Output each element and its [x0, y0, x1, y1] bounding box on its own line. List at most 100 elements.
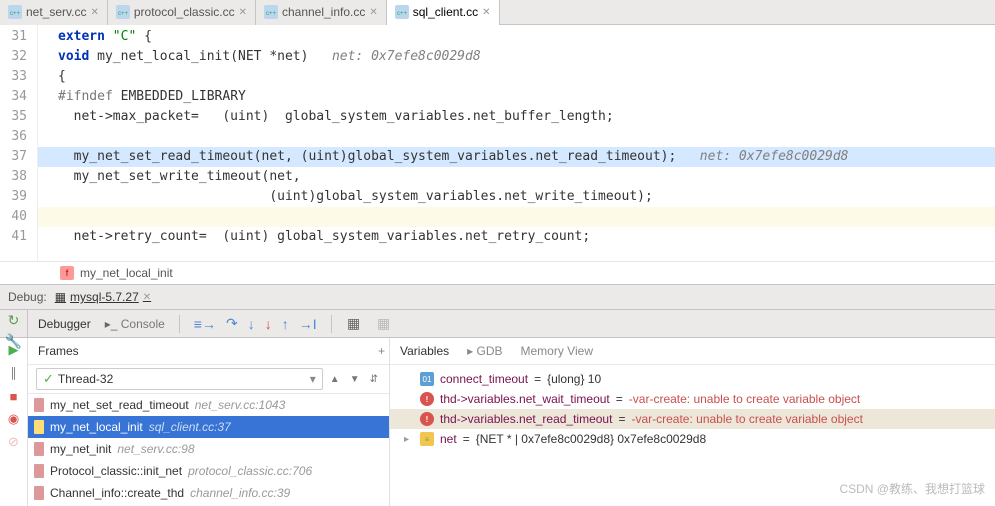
svg-text:c++: c++	[10, 11, 21, 17]
code-line[interactable]: void my_net_local_init(NET *net) net: 0x…	[58, 47, 995, 67]
mute-breakpoints-icon[interactable]: ⊘	[6, 434, 22, 450]
variable-name: thd->variables.net_wait_timeout	[440, 392, 610, 406]
more-icon[interactable]: ▦	[376, 316, 392, 332]
variable-row[interactable]: 01connect_timeout = {ulong} 10	[390, 369, 995, 389]
chevron-right-icon[interactable]: ▸	[404, 434, 409, 445]
frame-function: my_net_local_init	[50, 420, 143, 434]
close-icon[interactable]: ✕	[239, 7, 247, 18]
close-icon[interactable]: ✕	[482, 7, 490, 18]
frame-icon	[34, 464, 44, 478]
tab-label: sql_client.cc	[413, 5, 478, 19]
variable-row[interactable]: !thd->variables.net_read_timeout = -var-…	[390, 409, 995, 429]
evaluate-icon[interactable]: ▦	[346, 316, 362, 332]
variable-row[interactable]: ▸≡net = {NET * | 0x7efe8c0029d8} 0x7efe8…	[390, 429, 995, 449]
frame-function: my_net_init	[50, 442, 111, 456]
variable-row[interactable]: !thd->variables.net_wait_timeout = -var-…	[390, 389, 995, 409]
frame-location: net_serv.cc:1043	[195, 398, 286, 412]
add-watch-icon[interactable]: +	[378, 344, 385, 358]
primitive-icon: 01	[420, 372, 434, 386]
tab-memory-view[interactable]: Memory View	[521, 344, 593, 358]
code-line[interactable]: {	[58, 67, 995, 87]
svg-text:c++: c++	[397, 11, 408, 17]
tab-variables[interactable]: Variables	[400, 344, 449, 358]
code-line[interactable]: net->retry_count= (uint) global_system_v…	[58, 227, 995, 247]
run-to-cursor-icon[interactable]: →I	[299, 316, 317, 332]
tab-console[interactable]: ▸_ Console	[105, 317, 165, 331]
svg-text:c++: c++	[118, 11, 129, 17]
cpp-file-icon: c++	[264, 5, 278, 19]
frame-list: my_net_set_read_timeout net_serv.cc:1043…	[28, 394, 389, 504]
tab-channel-info[interactable]: c++channel_info.cc✕	[256, 0, 387, 25]
step-into-icon[interactable]: ↓	[248, 316, 255, 332]
check-icon: ✓	[43, 371, 54, 387]
variable-value: {ulong} 10	[547, 372, 601, 386]
debug-session-name: mysql-5.7.27	[70, 290, 139, 304]
debug-header: Debug: ▦ mysql-5.7.27 ✕	[0, 284, 995, 310]
file-tabs: c++net_serv.cc✕ c++protocol_classic.cc✕ …	[0, 0, 995, 25]
close-icon[interactable]: ✕	[143, 292, 151, 303]
variable-error: -var-create: unable to create variable o…	[631, 412, 862, 426]
frame-function: Protocol_classic::init_net	[50, 464, 182, 478]
code-line[interactable]	[58, 207, 995, 227]
frame-location: net_serv.cc:98	[117, 442, 194, 456]
step-over-icon[interactable]: ↷	[226, 315, 238, 332]
tab-net-serv[interactable]: c++net_serv.cc✕	[0, 0, 108, 25]
debug-side-actions: ↻ 🔧	[0, 310, 28, 337]
close-icon[interactable]: ✕	[90, 7, 98, 18]
code-line[interactable]: my_net_set_write_timeout(net,	[58, 167, 995, 187]
code-line[interactable]: net->max_packet= (uint) global_system_va…	[58, 107, 995, 127]
stack-frame[interactable]: my_net_init net_serv.cc:98	[28, 438, 389, 460]
step-out-icon[interactable]: ↑	[282, 316, 289, 332]
thread-select[interactable]: ✓ Thread-32 ▾	[36, 368, 323, 390]
code-line[interactable]: extern "C" {	[58, 27, 995, 47]
step-controls: ≡→ ↷ ↓ ↓ ↑ →I	[194, 315, 317, 332]
resume-icon[interactable]: ▶	[6, 342, 22, 358]
next-frame-icon[interactable]: ▼	[347, 374, 363, 385]
stop-icon[interactable]: ■	[6, 388, 22, 404]
code-line[interactable]: #ifndef EMBEDDED_LIBRARY	[58, 87, 995, 107]
frame-icon	[34, 486, 44, 500]
code-area[interactable]: extern "C" {void my_net_local_init(NET *…	[38, 25, 995, 261]
line-gutter: 3132333435363738394041	[0, 25, 38, 261]
variables-tabs: + Variables ▸ GDB Memory View	[390, 338, 995, 365]
variable-value: {NET * | 0x7efe8c0029d8} 0x7efe8c0029d8	[476, 432, 706, 446]
dropdown-icon: ▾	[310, 372, 316, 386]
frame-location: channel_info.cc:39	[190, 486, 290, 500]
debug-body: ▶ ∥ ■ ◉ ⊘ Frames ✓ Thread-32 ▾ ▲ ▼ ⇵ my_…	[0, 338, 995, 506]
stack-frame[interactable]: my_net_local_init sql_client.cc:37	[28, 416, 389, 438]
view-breakpoints-icon[interactable]: ◉	[6, 411, 22, 427]
pause-icon[interactable]: ∥	[6, 365, 22, 381]
frames-header: Frames	[28, 338, 389, 365]
stack-frame[interactable]: my_net_set_read_timeout net_serv.cc:1043	[28, 394, 389, 416]
breadcrumb: f my_net_local_init	[0, 261, 995, 284]
code-line[interactable]: my_net_set_read_timeout(net, (uint)globa…	[58, 147, 995, 167]
app-icon: ▦	[55, 290, 66, 304]
code-editor[interactable]: 3132333435363738394041 extern "C" {void …	[0, 25, 995, 261]
cpp-file-icon: c++	[116, 5, 130, 19]
stack-frame[interactable]: Protocol_classic::init_net protocol_clas…	[28, 460, 389, 482]
tab-protocol-classic[interactable]: c++ protocol_classic.cc ✕	[108, 0, 256, 25]
tab-debugger[interactable]: Debugger	[38, 317, 91, 331]
close-icon[interactable]: ✕	[369, 7, 377, 18]
tab-label: protocol_classic.cc	[134, 5, 235, 19]
debug-label: Debug:	[8, 290, 47, 304]
force-step-into-icon[interactable]: ↓	[265, 316, 272, 332]
rerun-icon[interactable]: ↻	[6, 312, 22, 328]
variable-name: net	[440, 432, 457, 446]
prev-frame-icon[interactable]: ▲	[327, 374, 343, 385]
show-execution-icon[interactable]: ≡→	[194, 316, 216, 332]
breadcrumb-function[interactable]: my_net_local_init	[80, 266, 173, 280]
thread-name: Thread-32	[58, 372, 113, 386]
filter-icon[interactable]: ⇵	[367, 374, 381, 385]
code-line[interactable]	[58, 127, 995, 147]
thread-selector-row: ✓ Thread-32 ▾ ▲ ▼ ⇵	[28, 365, 389, 394]
svg-text:c++: c++	[266, 11, 277, 17]
variable-name: thd->variables.net_read_timeout	[440, 412, 612, 426]
stack-frame[interactable]: Channel_info::create_thd channel_info.cc…	[28, 482, 389, 504]
tab-gdb[interactable]: ▸ GDB	[467, 344, 502, 358]
frame-location: sql_client.cc:37	[149, 420, 231, 434]
tab-sql-client[interactable]: c++ sql_client.cc ✕	[387, 0, 500, 25]
code-line[interactable]: (uint)global_system_variables.net_write_…	[58, 187, 995, 207]
error-icon: !	[420, 392, 434, 406]
debug-session-tab[interactable]: ▦ mysql-5.7.27 ✕	[55, 290, 151, 304]
